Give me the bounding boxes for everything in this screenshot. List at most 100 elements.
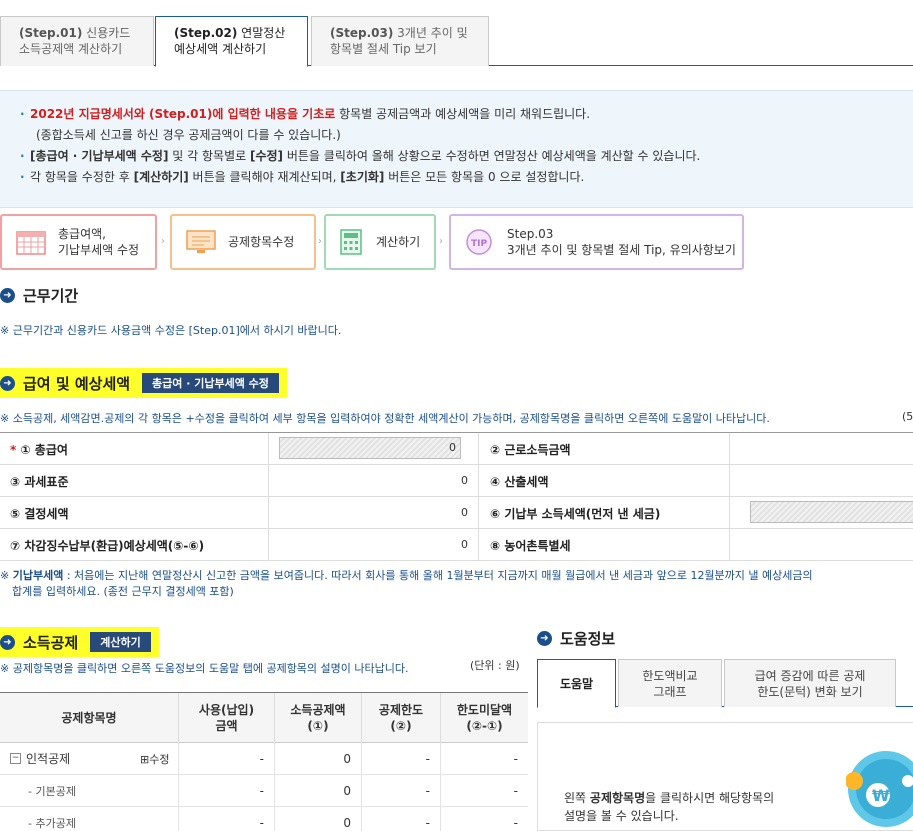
info-line-2-b2: [수정] xyxy=(249,149,284,163)
computed-tax-value xyxy=(729,465,913,496)
deduction-amount: 0 xyxy=(274,807,361,831)
deduction-table-header: 공제항목명 사용(납입) 금액 소득공제액 (①) 공제한도 (②) 한도미달액… xyxy=(0,693,528,743)
used-amount: - xyxy=(178,743,274,774)
coin-mascot-icon: ₩ xyxy=(845,749,913,829)
arrow-circle-icon: ➜ xyxy=(537,631,552,646)
under-limit-amount: - xyxy=(440,775,528,806)
total-salary-input[interactable]: 0 xyxy=(279,437,461,459)
arrow-circle-icon: ➜ xyxy=(0,634,15,650)
step-calculate[interactable]: 계산하기 xyxy=(324,214,436,270)
unit-label: (단위 : 원) xyxy=(470,659,520,672)
info-line-1: · 2022년 지급명세서와 (Step.01)에 입력한 내용을 기초로 항목별… xyxy=(20,107,591,121)
tab-step01-title: 신용카드 xyxy=(86,26,131,40)
prepaid-tax-label: ⑥ 기납부 소득세액(먼저 낸 세금) xyxy=(490,507,661,521)
col-deduction: 소득공제액 (①) xyxy=(274,693,361,743)
tip-icon: TIP xyxy=(465,229,495,255)
tax-row: ⑤ 결정세액 0 ⑥ 기납부 소득세액(먼저 낸 세금) xyxy=(0,497,913,529)
deduction-amount: 0 xyxy=(274,743,361,774)
deduction-item-personal[interactable]: − 인적공제 xyxy=(10,743,140,774)
step-tips-label: Step.03 3개년 추이 및 항목별 절세 Tip, 유의사항보기 xyxy=(507,227,736,257)
deduction-item-additional[interactable]: - 추가공제 xyxy=(28,807,138,831)
info-line-2-t1: 및 각 항목별로 xyxy=(168,149,250,163)
info-line-3-b1: [계산하기] xyxy=(133,170,189,184)
tax-row: * ① 총급여 0 ② 근로소득금액 xyxy=(0,433,913,465)
tab-help[interactable]: 도움말 xyxy=(537,659,616,708)
info-line-3-b2: [초기화] xyxy=(340,170,385,184)
table-row: − 인적공제 ⊞수정 - 0 - - xyxy=(0,743,528,775)
table-row: - 기본공제 - 0 - - xyxy=(0,775,528,807)
tab-step03-title: 3개년 추이 및 xyxy=(397,26,468,40)
limit-amount: - xyxy=(361,775,440,806)
info-line-1-sub: (종합소득세 신고를 하신 경우 공제금액이 다를 수 있습니다.) xyxy=(36,128,341,142)
arrow-circle-icon: ➜ xyxy=(0,375,15,391)
tab-step03[interactable]: (Step.03) 3개년 추이 및 항목별 절세 Tip 보기 xyxy=(311,16,489,66)
tab-step02[interactable]: (Step.02) 연말정산 예상세액 계산하기 xyxy=(155,16,308,67)
tab-step02-title: 연말정산 xyxy=(241,26,286,40)
step-edit-deductions-label: 공제항목수정 xyxy=(228,235,295,249)
info-line-2-t2: 버튼을 클릭하여 올해 상황으로 수정하면 연말정산 예상세액을 계산할 수 있… xyxy=(283,149,701,163)
step-edit-salary-label: 총급여액, 기납부세액 수정 xyxy=(58,227,140,257)
earned-income-value xyxy=(729,433,913,464)
step-arrow-2: › xyxy=(318,236,322,247)
tab-threshold-change[interactable]: 급여 증감에 따른 공제 한도(문턱) 변화 보기 xyxy=(724,659,896,707)
col-used-amount: 사용(납입) 금액 xyxy=(178,693,274,743)
step-tips[interactable]: TIP Step.03 3개년 추이 및 항목별 절세 Tip, 유의사항보기 xyxy=(449,214,744,270)
tab-step01-step: (Step.01) xyxy=(19,26,83,40)
help-content: 왼쪽 공제항목명을 클릭하시면 해당항목의 설명을 볼 수 있습니다. ₩ xyxy=(537,722,913,831)
tax-row: ⑦ 차감징수납부(환급)예상세액(⑤-⑥) 0 ⑧ 농어촌특별세 xyxy=(0,529,913,561)
tab-step01[interactable]: (Step.01) 신용카드 소득공제액 계산하기 xyxy=(0,16,154,66)
step-calculate-label: 계산하기 xyxy=(376,235,421,249)
arrow-circle-icon: ➜ xyxy=(0,288,15,303)
tax-base-label: ③ 과세표준 xyxy=(10,475,69,489)
info-line-2: · [총급여 · 기납부세액 수정] 및 각 항목별로 [수정] 버튼을 클릭하여… xyxy=(20,149,701,163)
help-text: 왼쪽 공제항목명을 클릭하시면 해당항목의 설명을 볼 수 있습니다. xyxy=(564,791,775,823)
info-line-2-b1: [총급여 · 기납부세액 수정] xyxy=(30,149,169,163)
info-box: · 2022년 지급명세서와 (Step.01)에 입력한 내용을 기초로 항목별… xyxy=(0,90,913,208)
step-edit-salary[interactable]: 총급여액, 기납부세액 수정 xyxy=(0,214,157,270)
tab-limit-graph[interactable]: 한도액비교 그래프 xyxy=(618,659,722,707)
help-title: ➜ 도움정보 xyxy=(537,628,615,649)
info-line-3: · 각 항목을 수정한 후 [계산하기] 버튼을 클릭해야 재계산되며, [초기화… xyxy=(20,170,585,184)
computed-tax-label: ④ 산출세액 xyxy=(490,475,549,489)
info-line-1-red: 2022년 지급명세서와 (Step.01)에 입력한 내용을 기초로 xyxy=(30,107,336,121)
col-under-limit: 한도미달액 (②-①) xyxy=(440,693,528,743)
rural-tax-value xyxy=(729,529,913,560)
salary-section-title: ➜ 급여 및 예상세액 총급여 · 기납부세액 수정 xyxy=(0,368,287,398)
prepaid-tax-input[interactable] xyxy=(750,501,913,523)
rural-tax-label: ⑧ 농어촌특별세 xyxy=(490,539,571,553)
edit-button[interactable]: ⊞수정 xyxy=(140,743,178,774)
step-tabs: (Step.01) 신용카드 소득공제액 계산하기 (Step.02) 연말정산… xyxy=(0,16,913,67)
unit-label-cut: (5 xyxy=(902,410,913,423)
calculator-icon xyxy=(340,229,364,255)
calculate-button[interactable]: 계산하기 xyxy=(88,630,153,654)
under-limit-amount: - xyxy=(440,743,528,774)
monitor-icon xyxy=(186,229,216,255)
step-arrow-3: › xyxy=(439,236,443,247)
work-period-title: ➜ 근무기간 xyxy=(0,285,78,306)
col-limit: 공제한도 (②) xyxy=(361,693,440,743)
earned-income-label: ② 근로소득금액 xyxy=(490,443,571,457)
step-arrow-1: › xyxy=(161,236,165,247)
under-limit-amount: - xyxy=(440,807,528,831)
limit-amount: - xyxy=(361,743,440,774)
income-deduction-note: ※ 공제항목명을 클릭하면 오른쪽 도움정보의 도움말 탭에 공제항목의 설명이… xyxy=(0,662,409,675)
svg-text:₩: ₩ xyxy=(872,786,890,805)
tax-summary-table: * ① 총급여 0 ② 근로소득금액 ③ 과세표준 0 ④ 산출세액 ⑤ 결정세… xyxy=(0,432,913,561)
used-amount: - xyxy=(178,807,274,831)
help-tabs: 도움말 한도액비교 그래프 급여 증감에 따른 공제 한도(문턱) 변화 보기 xyxy=(537,659,913,708)
info-line-3-t1: 각 항목을 수정한 후 xyxy=(30,170,134,184)
edit-salary-button[interactable]: 총급여 · 기납부세액 수정 xyxy=(140,371,281,395)
deduction-amount: 0 xyxy=(274,775,361,806)
prepaid-note: ※ 기납부세액 : 처음에는 지난해 연말정산시 신고한 금액을 보여줍니다. … xyxy=(0,569,813,598)
salary-note: ※ 소득공제, 세액감면.공제의 각 항목은 +수정을 클릭하여 세부 항목을 … xyxy=(0,412,770,425)
tab-step03-line2: 항목별 절세 Tip 보기 xyxy=(330,42,437,56)
collapse-icon[interactable]: − xyxy=(10,753,21,764)
deduction-item-basic[interactable]: - 기본공제 xyxy=(28,775,138,806)
step-edit-deductions[interactable]: 공제항목수정 xyxy=(170,214,316,270)
tab-step02-step: (Step.02) xyxy=(174,26,238,40)
total-salary-cell: 0 xyxy=(268,433,479,464)
tax-row: ③ 과세표준 0 ④ 산출세액 xyxy=(0,465,913,497)
total-salary-label: * ① 총급여 xyxy=(10,443,68,457)
tax-base-value: 0 xyxy=(268,465,479,496)
tab-step03-step: (Step.03) xyxy=(330,26,394,40)
